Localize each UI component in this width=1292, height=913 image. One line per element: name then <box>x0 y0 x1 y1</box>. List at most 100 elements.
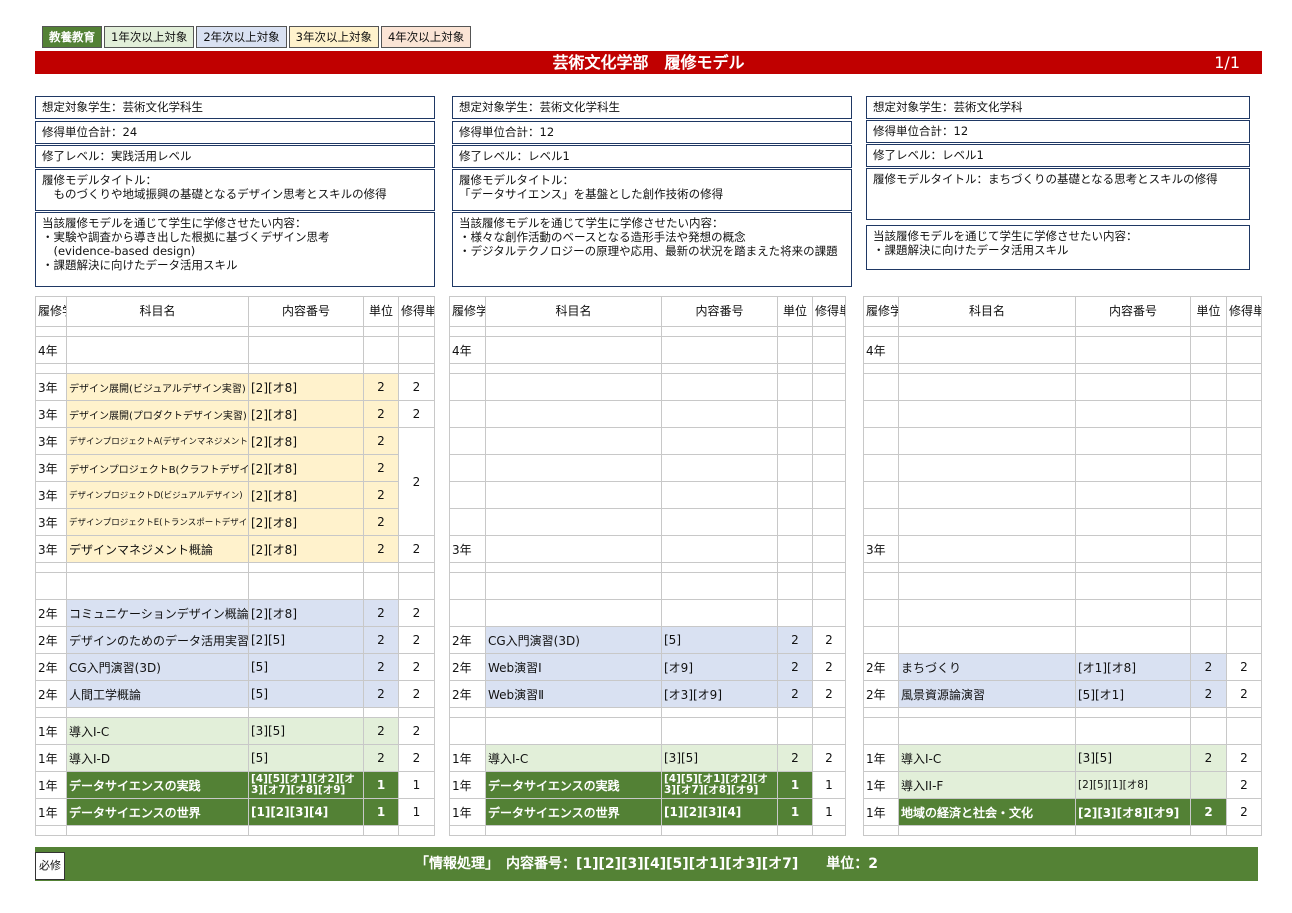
cell-year <box>863 454 899 482</box>
cell-name <box>898 454 1076 482</box>
table-row: 2年 Web演習Ⅰ [オ9] 2 2 <box>449 653 846 681</box>
cell-codes <box>248 336 364 364</box>
table-row <box>863 717 1262 745</box>
cell-earned <box>812 717 846 745</box>
cell-codes <box>1075 707 1191 718</box>
cell-earned <box>398 707 435 718</box>
cell-name <box>485 363 662 374</box>
cell-earned <box>812 454 846 482</box>
legend-year3: 3年次以上対象 <box>288 26 379 48</box>
cell-earned <box>812 400 846 428</box>
header-codes: 内容番号 <box>1075 296 1191 327</box>
cell-year <box>863 717 899 745</box>
model3-target: 想定対象学生：芸術文化学科 <box>866 96 1250 119</box>
cell-units: 1 <box>777 798 813 826</box>
cell-earned: 1 <box>398 798 435 826</box>
cell-name <box>898 400 1076 428</box>
course-table-model1: 履修学年 科目名 内容番号 単位 修得単位 4年3年デザイン展開(ビジュアルデザ… <box>35 296 435 836</box>
cell-codes: [4][5][オ1][オ2][オ3][オ7][オ8][オ9] <box>661 771 778 799</box>
cell-units <box>1190 373 1227 401</box>
cell-units <box>1190 771 1227 799</box>
cell-codes: [3][5] <box>1075 744 1191 772</box>
legend-year2: 2年次以上対象 <box>196 26 287 48</box>
cell-earned <box>398 562 435 573</box>
cell-units <box>777 717 813 745</box>
cell-codes: [5] <box>661 626 778 654</box>
table-row <box>863 373 1262 401</box>
cell-earned: 1 <box>812 798 846 826</box>
cell-codes <box>1075 572 1191 600</box>
cell-earned <box>812 508 846 536</box>
cell-codes <box>661 599 778 627</box>
cell-units <box>363 825 399 836</box>
model2-title-box: 履修モデルタイトル： 「データサイエンス」を基盤とした創作技術の修得 <box>452 169 852 211</box>
cell-codes <box>661 562 778 573</box>
cell-earned: 2 <box>812 653 846 681</box>
cell-name <box>66 562 249 573</box>
cell-name <box>898 535 1076 563</box>
cell-units <box>1190 717 1227 745</box>
cell-name <box>898 326 1076 337</box>
model2-content: 当該履修モデルを通じて学生に学修させたい内容： ・様々な創作活動のベースとなる造… <box>459 216 838 258</box>
cell-units: 2 <box>363 535 399 563</box>
cell-name: デザインプロジェクトB(クラフトデザイン) <box>66 454 249 482</box>
model2-level: 修了レベル：レベル1 <box>452 145 852 168</box>
table-row: 1年 地域の経済と社会・文化 [2][3][オ8][オ9] 2 2 <box>863 798 1262 826</box>
cell-year: 3年 <box>35 535 67 563</box>
cell-year: 2年 <box>449 653 486 681</box>
cell-codes <box>1075 825 1191 836</box>
cell-earned <box>398 363 435 374</box>
cell-name: 人間工学概論 <box>66 680 249 708</box>
header-year: 履修学年 <box>449 296 486 327</box>
cell-codes: [オ9] <box>661 653 778 681</box>
cell-units <box>1190 599 1227 627</box>
header-earned: 修得単位 <box>812 296 846 327</box>
cell-name: データサイエンスの実践 <box>66 771 249 799</box>
cell-codes <box>1075 326 1191 337</box>
cell-name <box>485 825 662 836</box>
cell-codes: [2][オ8] <box>248 481 364 509</box>
cell-name <box>485 400 662 428</box>
table-row <box>35 572 435 600</box>
header-codes: 内容番号 <box>248 296 364 327</box>
cell-units <box>1190 535 1227 563</box>
cell-units <box>777 326 813 337</box>
cell-name <box>898 626 1076 654</box>
cell-codes <box>1075 454 1191 482</box>
cell-name <box>485 717 662 745</box>
cell-codes <box>248 825 364 836</box>
cell-name: データサイエンスの世界 <box>485 798 662 826</box>
page-number: 1/1 <box>1214 53 1240 72</box>
cell-year: 1年 <box>863 798 899 826</box>
table-row <box>449 454 846 482</box>
cell-units: 2 <box>777 653 813 681</box>
header-units: 単位 <box>363 296 399 327</box>
table-row: 4年 <box>35 336 435 364</box>
cell-year <box>863 373 899 401</box>
table-row: 3年 デザイン展開(ビジュアルデザイン実習) [2][オ8] 2 2 <box>35 373 435 401</box>
cell-year <box>449 508 486 536</box>
model3-content: 当該履修モデルを通じて学生に学修させたい内容： ・課題解決に向けたデータ活用スキ… <box>873 229 1138 257</box>
table-row <box>863 562 1262 573</box>
cell-units <box>363 336 399 364</box>
required-course-info: 「情報処理」 内容番号：[1][2][3][4][5][オ1][オ3][オ7] … <box>415 856 879 872</box>
cell-earned <box>398 336 435 364</box>
table-row: 3年 <box>863 535 1262 563</box>
cell-codes: [5] <box>248 653 364 681</box>
cell-year: 1年 <box>449 798 486 826</box>
cell-earned: 1 <box>398 771 435 799</box>
cell-codes: [2][5] <box>248 626 364 654</box>
model1-total-units: 修得単位合計：24 <box>35 121 435 144</box>
cell-units <box>363 707 399 718</box>
cell-units <box>1190 481 1227 509</box>
cell-units <box>1190 363 1227 374</box>
header-name: 科目名 <box>485 296 662 327</box>
cell-name: 導入I-C <box>66 717 249 745</box>
cell-name: データサイエンスの実践 <box>485 771 662 799</box>
cell-codes: [2][オ8] <box>248 427 364 455</box>
cell-year <box>863 707 899 718</box>
cell-codes: [2][3][オ8][オ9] <box>1075 798 1191 826</box>
header-year: 履修学年 <box>35 296 67 327</box>
cell-name <box>898 717 1076 745</box>
header-units: 単位 <box>777 296 813 327</box>
